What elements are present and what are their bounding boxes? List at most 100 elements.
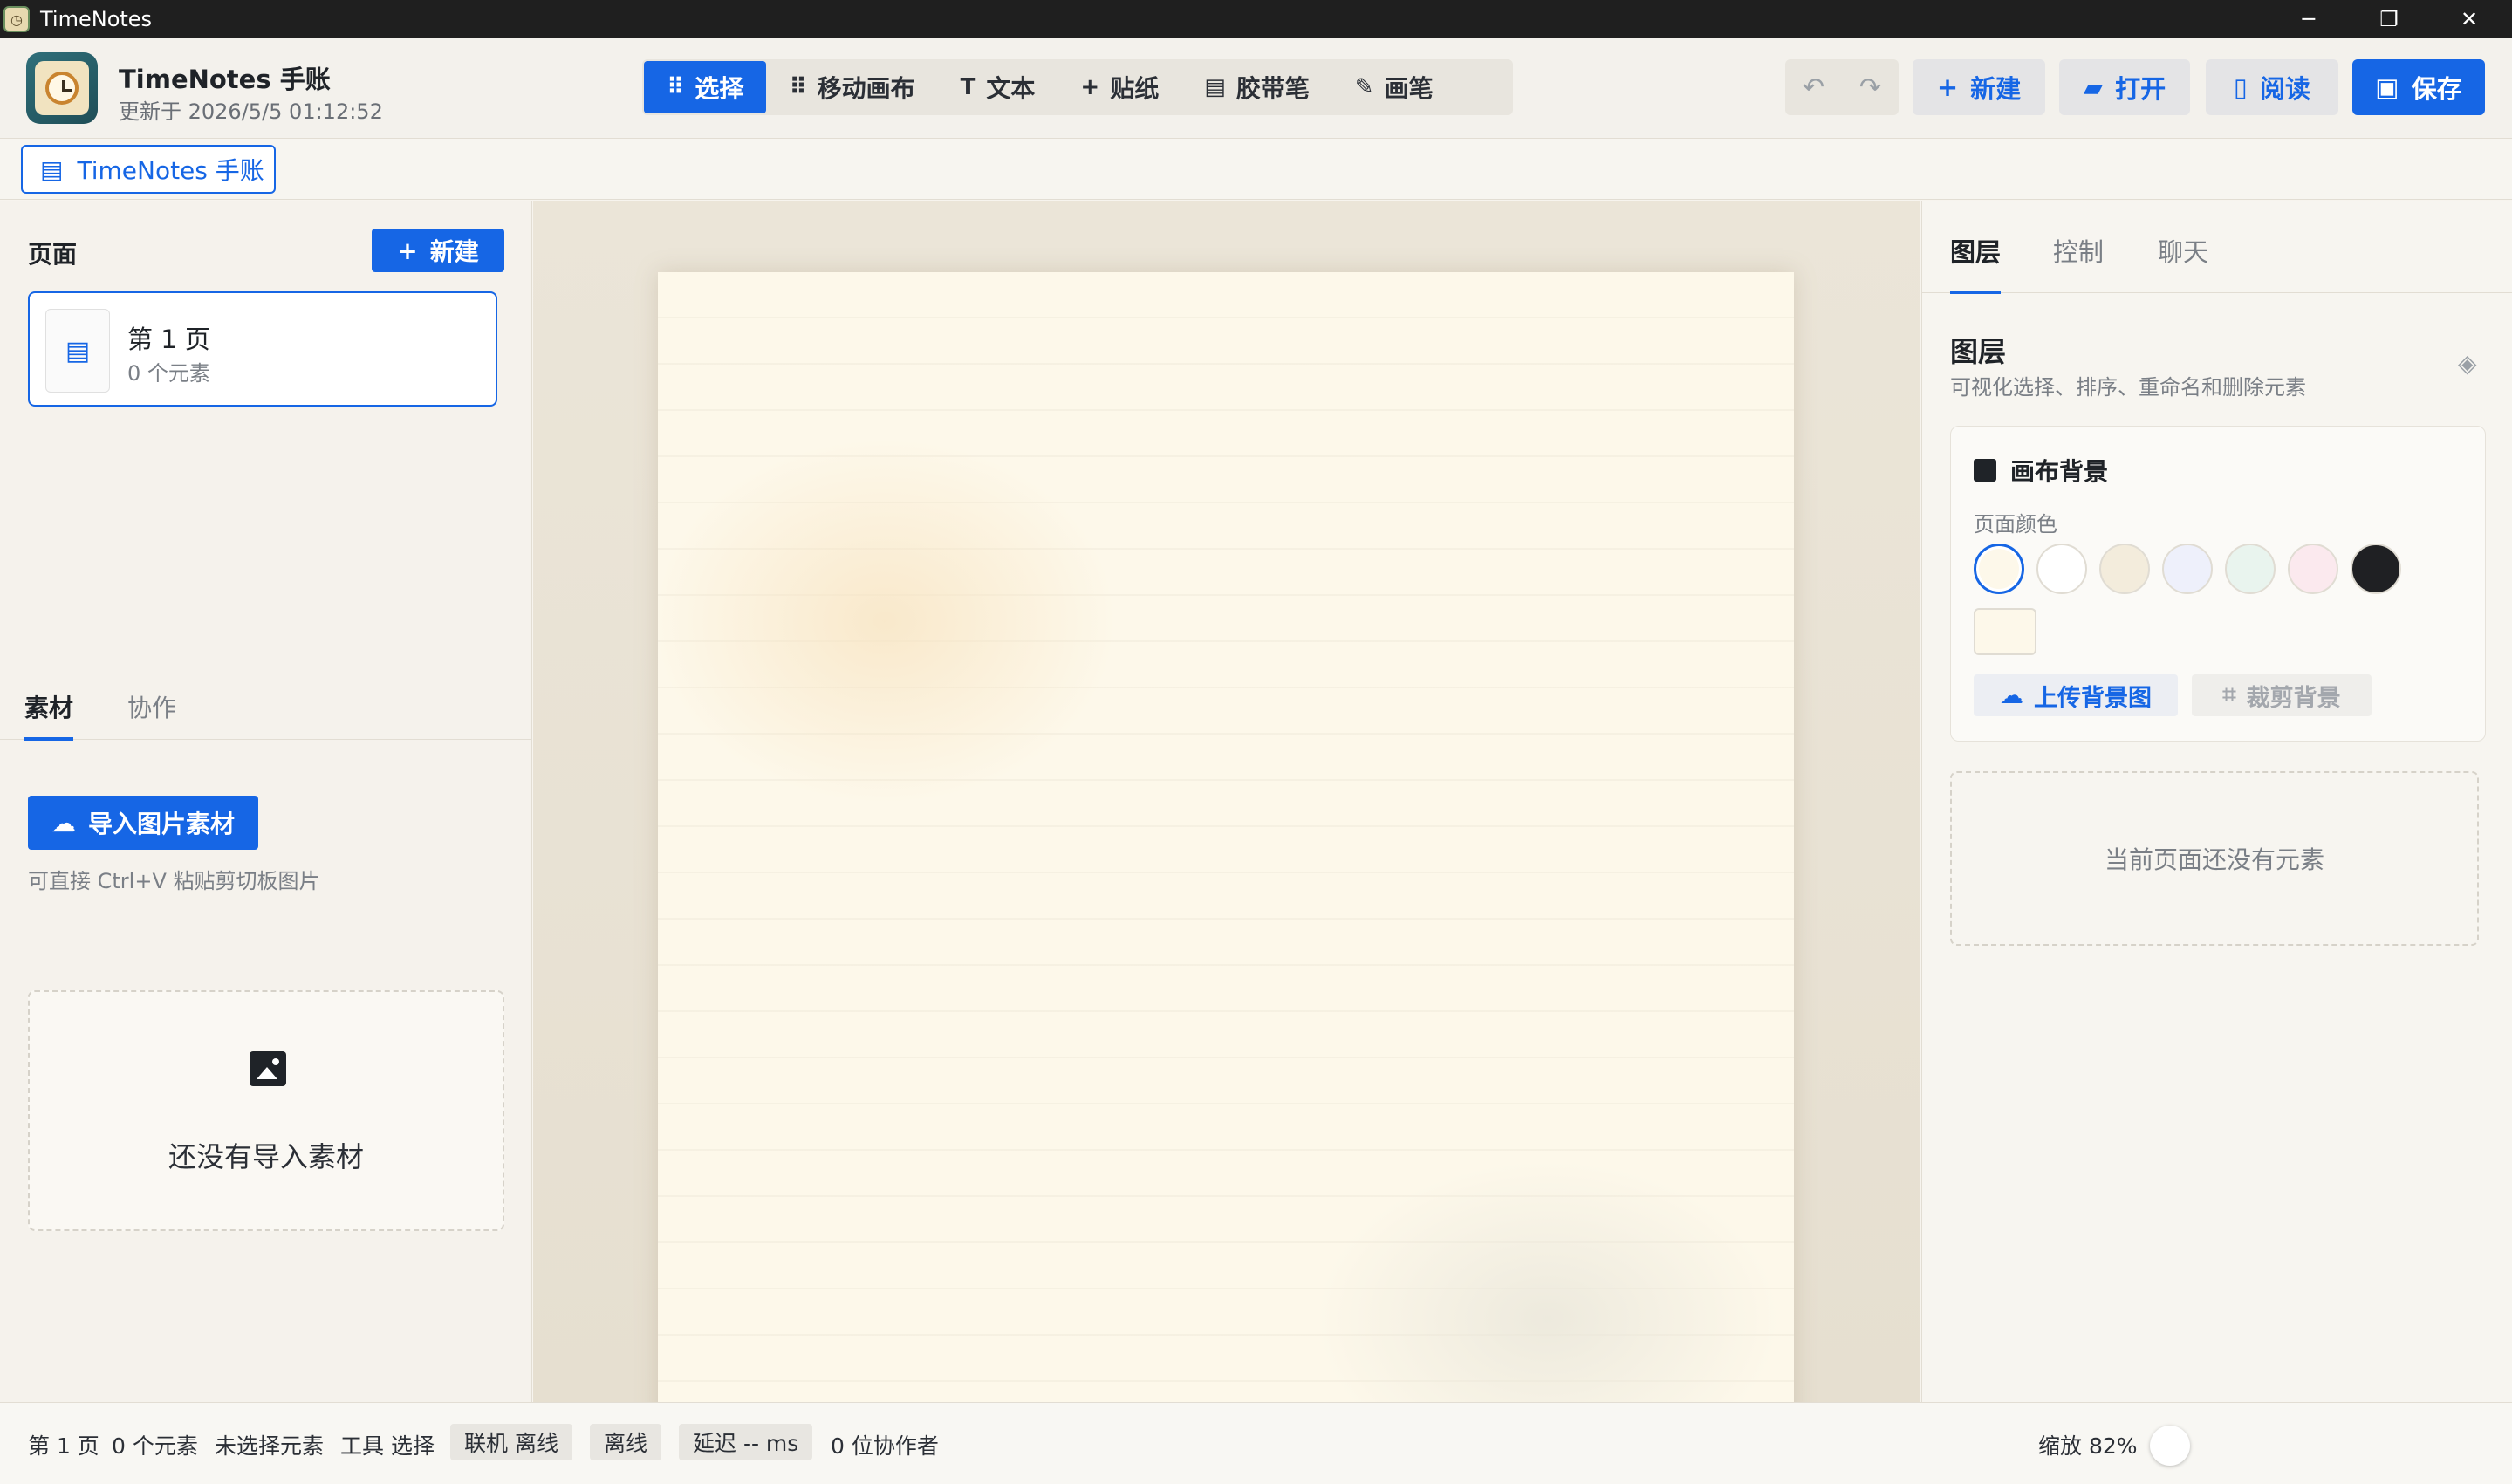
tool-group: ⠿ 选择 ⠿ 移动画布 T 文本 + 贴纸 ▤ 胶带笔 ✎ 画笔	[642, 59, 1513, 115]
tab-assets[interactable]: 素材	[24, 689, 74, 741]
color-swatch[interactable]	[1974, 544, 2024, 594]
folder-icon: ▰	[2083, 72, 2104, 102]
restore-button[interactable]: ❐	[2349, 0, 2429, 38]
upload-label: 上传背景图	[2034, 684, 2152, 712]
undo-redo-group: ↶ ↷	[1785, 59, 1899, 115]
document-icon: ▤	[45, 309, 110, 393]
color-swatch[interactable]	[2351, 544, 2401, 594]
canvas-background-header: 画布背景	[1974, 453, 2108, 488]
canvas-background-title: 画布背景	[2010, 457, 2109, 486]
app-logo	[26, 52, 98, 124]
tab-collaboration[interactable]: 协作	[127, 689, 176, 740]
document-tab-row: ▤ TimeNotes 手账	[0, 139, 2512, 200]
tool-brush[interactable]: ✎ 画笔	[1332, 61, 1456, 113]
canvas-area[interactable]	[533, 201, 1920, 1402]
plus-icon: +	[397, 236, 418, 265]
clock-icon	[45, 72, 79, 105]
palette-icon	[1974, 459, 1996, 482]
undo-icon[interactable]: ↶	[1803, 72, 1824, 103]
tool-label: 画笔	[1384, 74, 1434, 103]
open-button[interactable]: ▰ 打开	[2059, 59, 2190, 115]
window-title: TimeNotes	[40, 7, 153, 31]
document-tab[interactable]: ▤ TimeNotes 手账	[21, 145, 276, 194]
save-button-label: 保存	[2411, 74, 2462, 104]
open-button-label: 打开	[2115, 74, 2166, 104]
status-tool: 工具 选择	[340, 1433, 435, 1459]
last-updated: 更新于 2026/5/5 01:12:52	[119, 99, 383, 124]
close-button[interactable]: ✕	[2429, 0, 2509, 38]
status-latency: 延迟 -- ms	[679, 1424, 813, 1460]
crop-label: 裁剪背景	[2246, 684, 2341, 712]
tool-label: 文本	[986, 74, 1036, 103]
tool-label: 选择	[695, 74, 744, 103]
color-swatch[interactable]	[2036, 544, 2087, 594]
pages-title: 页面	[28, 240, 78, 269]
image-icon	[250, 1051, 286, 1086]
tab-controls[interactable]: 控制	[2053, 232, 2104, 293]
new-page-button[interactable]: + 新建	[372, 229, 504, 272]
color-swatch[interactable]	[2162, 544, 2213, 594]
document-icon: ▤	[40, 154, 64, 184]
color-swatch[interactable]	[2099, 544, 2150, 594]
tool-sticker[interactable]: + 贴纸	[1058, 61, 1181, 113]
save-icon: ▣	[2375, 72, 2399, 102]
tool-tape[interactable]: ▤ 胶带笔	[1181, 61, 1332, 113]
status-zoom: 缩放 82%	[2038, 1433, 2138, 1459]
custom-color-picker[interactable]	[1974, 608, 2036, 655]
color-swatch[interactable]	[2288, 544, 2338, 594]
new-page-label: 新建	[429, 237, 479, 266]
document-icon: ▤	[1204, 74, 1226, 100]
status-bar: 第 1 页 0 个元素 未选择元素 工具 选择 联机 离线 离线 延迟 -- m…	[0, 1402, 2512, 1484]
zoom-slider-handle[interactable]	[2150, 1426, 2190, 1466]
tool-move-canvas[interactable]: ⠿ 移动画布	[766, 61, 937, 113]
new-button[interactable]: + 新建	[1913, 59, 2045, 115]
empty-assets-dropzone[interactable]: 还没有导入素材	[28, 990, 504, 1231]
read-button[interactable]: ▯ 阅读	[2206, 59, 2338, 115]
asset-tabs: 素材 协作	[0, 689, 532, 741]
plus-icon: +	[1936, 72, 1959, 102]
page-color-label: 页面颜色	[1974, 512, 2057, 537]
tool-select[interactable]: ⠿ 选择	[644, 61, 767, 113]
right-panel: 图层 控制 聊天 图层 可视化选择、排序、重命名和删除元素 ◈ 画布背景 页面颜…	[1921, 201, 2512, 1402]
import-label: 导入图片素材	[87, 810, 235, 838]
journal-page[interactable]	[658, 272, 1794, 1402]
drag-grid-icon: ⠿	[667, 74, 685, 100]
tab-layers[interactable]: 图层	[1950, 232, 2002, 294]
save-button[interactable]: ▣ 保存	[2352, 59, 2485, 115]
document-tab-label: TimeNotes 手账	[77, 156, 264, 185]
text-icon: T	[960, 74, 976, 100]
color-swatch[interactable]	[2225, 544, 2276, 594]
empty-assets-text: 还没有导入素材	[168, 1140, 364, 1173]
right-tabs: 图层 控制 聊天	[1922, 201, 2512, 294]
page-card[interactable]: ▤ 第 1 页 0 个元素	[28, 291, 497, 407]
app-icon: ◷	[3, 6, 30, 32]
status-page: 第 1 页	[28, 1433, 99, 1459]
upload-background-button[interactable]: ☁ 上传背景图	[1974, 674, 2178, 716]
app-name: TimeNotes 手账	[119, 65, 331, 94]
tool-text[interactable]: T 文本	[938, 61, 1058, 113]
redo-icon[interactable]: ↷	[1859, 72, 1881, 103]
layers-icon: ◈	[2458, 349, 2477, 378]
new-button-label: 新建	[1970, 74, 2022, 104]
status-collaborators: 0 位协作者	[831, 1433, 939, 1459]
status-selection: 未选择元素	[215, 1433, 325, 1459]
layers-subtitle: 可视化选择、排序、重命名和删除元素	[1950, 375, 2306, 400]
drag-grid-icon: ⠿	[789, 74, 807, 100]
tab-chat[interactable]: 聊天	[2158, 232, 2208, 293]
empty-layers: 当前页面还没有元素	[1950, 771, 2479, 946]
status-online: 联机 离线	[450, 1424, 572, 1460]
layers-title: 图层	[1950, 335, 2007, 368]
window-titlebar: ◷ TimeNotes ─ ❐ ✕	[0, 0, 2512, 38]
cloud-upload-icon: ☁	[51, 808, 76, 838]
import-images-button[interactable]: ☁ 导入图片素材	[28, 796, 258, 850]
book-icon: ▯	[2234, 72, 2248, 102]
crop-background-button[interactable]: ⌗ 裁剪背景	[2192, 674, 2372, 716]
tool-label: 胶带笔	[1235, 74, 1310, 103]
page-name: 第 1 页	[127, 325, 210, 354]
minimize-button[interactable]: ─	[2269, 0, 2349, 38]
plus-icon: +	[1080, 74, 1100, 100]
status-offline: 离线	[590, 1424, 662, 1460]
canvas-background-card: 画布背景 页面颜色 ☁ 上传背景图 ⌗ 裁剪背景	[1950, 426, 2486, 742]
status-elements: 0 个元素	[112, 1433, 198, 1459]
crop-icon: ⌗	[2222, 681, 2236, 708]
